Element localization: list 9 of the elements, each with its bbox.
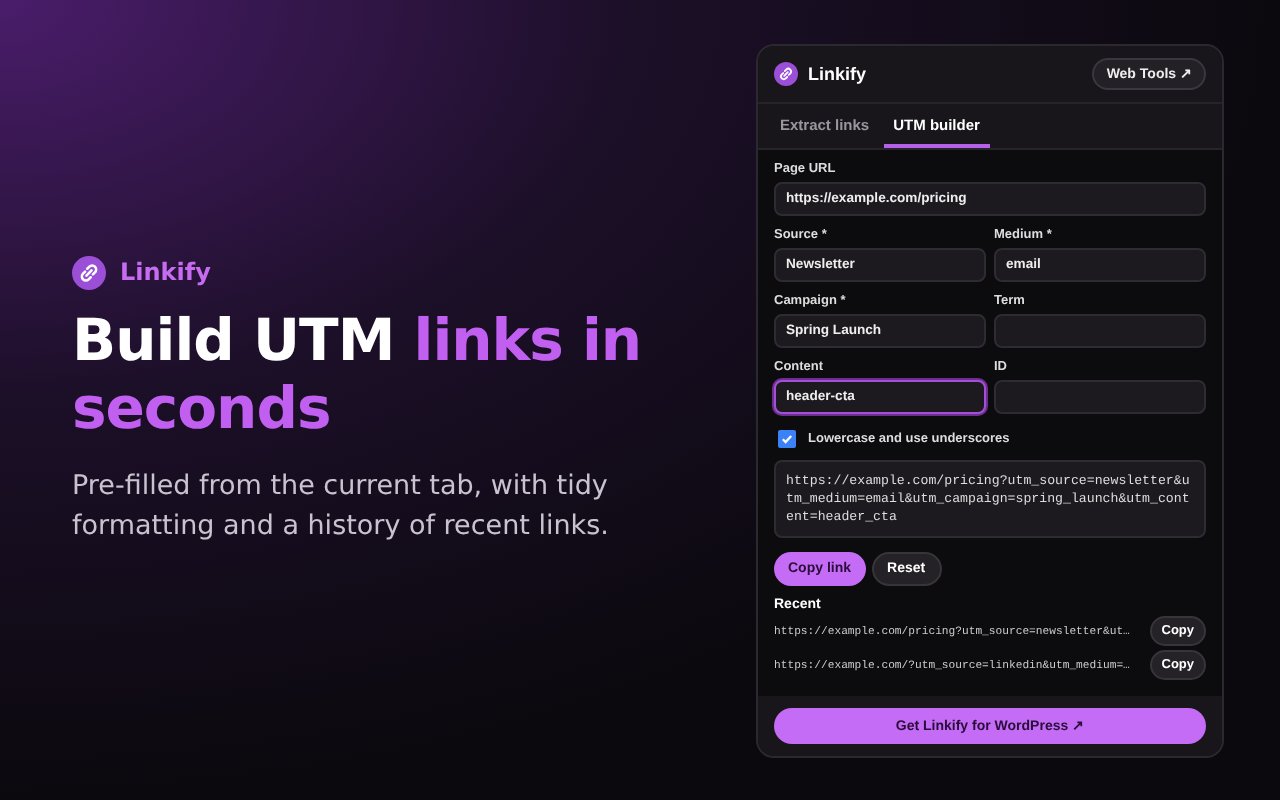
headline: Build UTM links in seconds <box>72 305 644 441</box>
input-field[interactable] <box>994 379 1206 413</box>
panel-title: Linkify <box>808 63 867 83</box>
brand-name: Linkify <box>120 258 211 286</box>
checkbox[interactable] <box>778 429 796 447</box>
link-logo-icon <box>72 255 106 289</box>
subtitle: Pre-filled from the current tab, with tidy formatting and a history of recent links. <box>72 467 611 545</box>
input-field[interactable] <box>994 313 1206 347</box>
link-logo-icon <box>774 61 798 85</box>
